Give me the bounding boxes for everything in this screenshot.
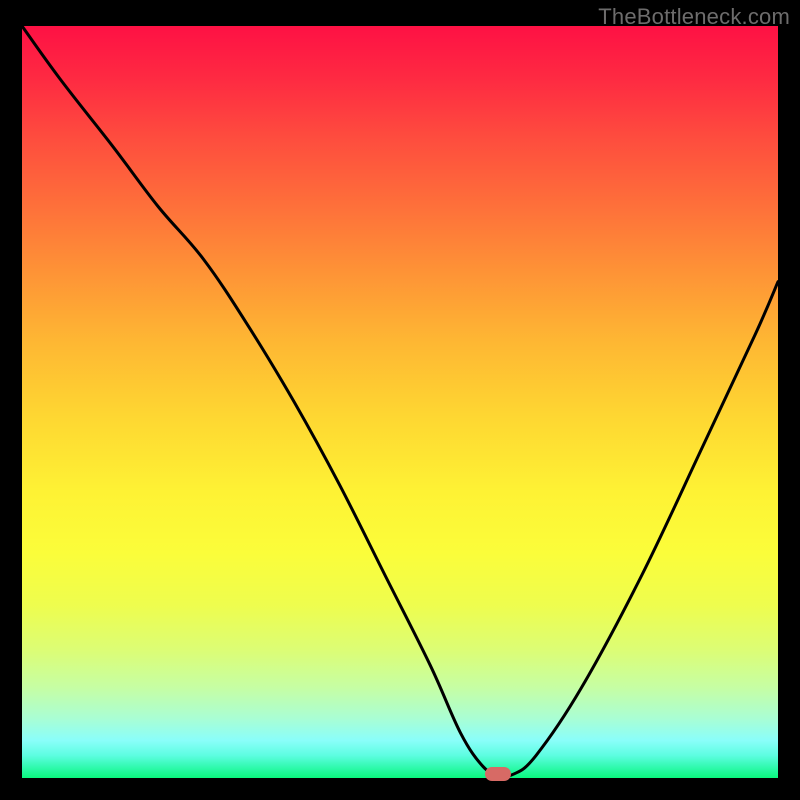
chart-frame: TheBottleneck.com xyxy=(0,0,800,800)
plot-area xyxy=(22,26,778,778)
curve-path xyxy=(22,26,778,776)
watermark-text: TheBottleneck.com xyxy=(598,4,790,30)
optimal-point-marker xyxy=(485,767,511,781)
bottleneck-curve xyxy=(22,26,778,778)
